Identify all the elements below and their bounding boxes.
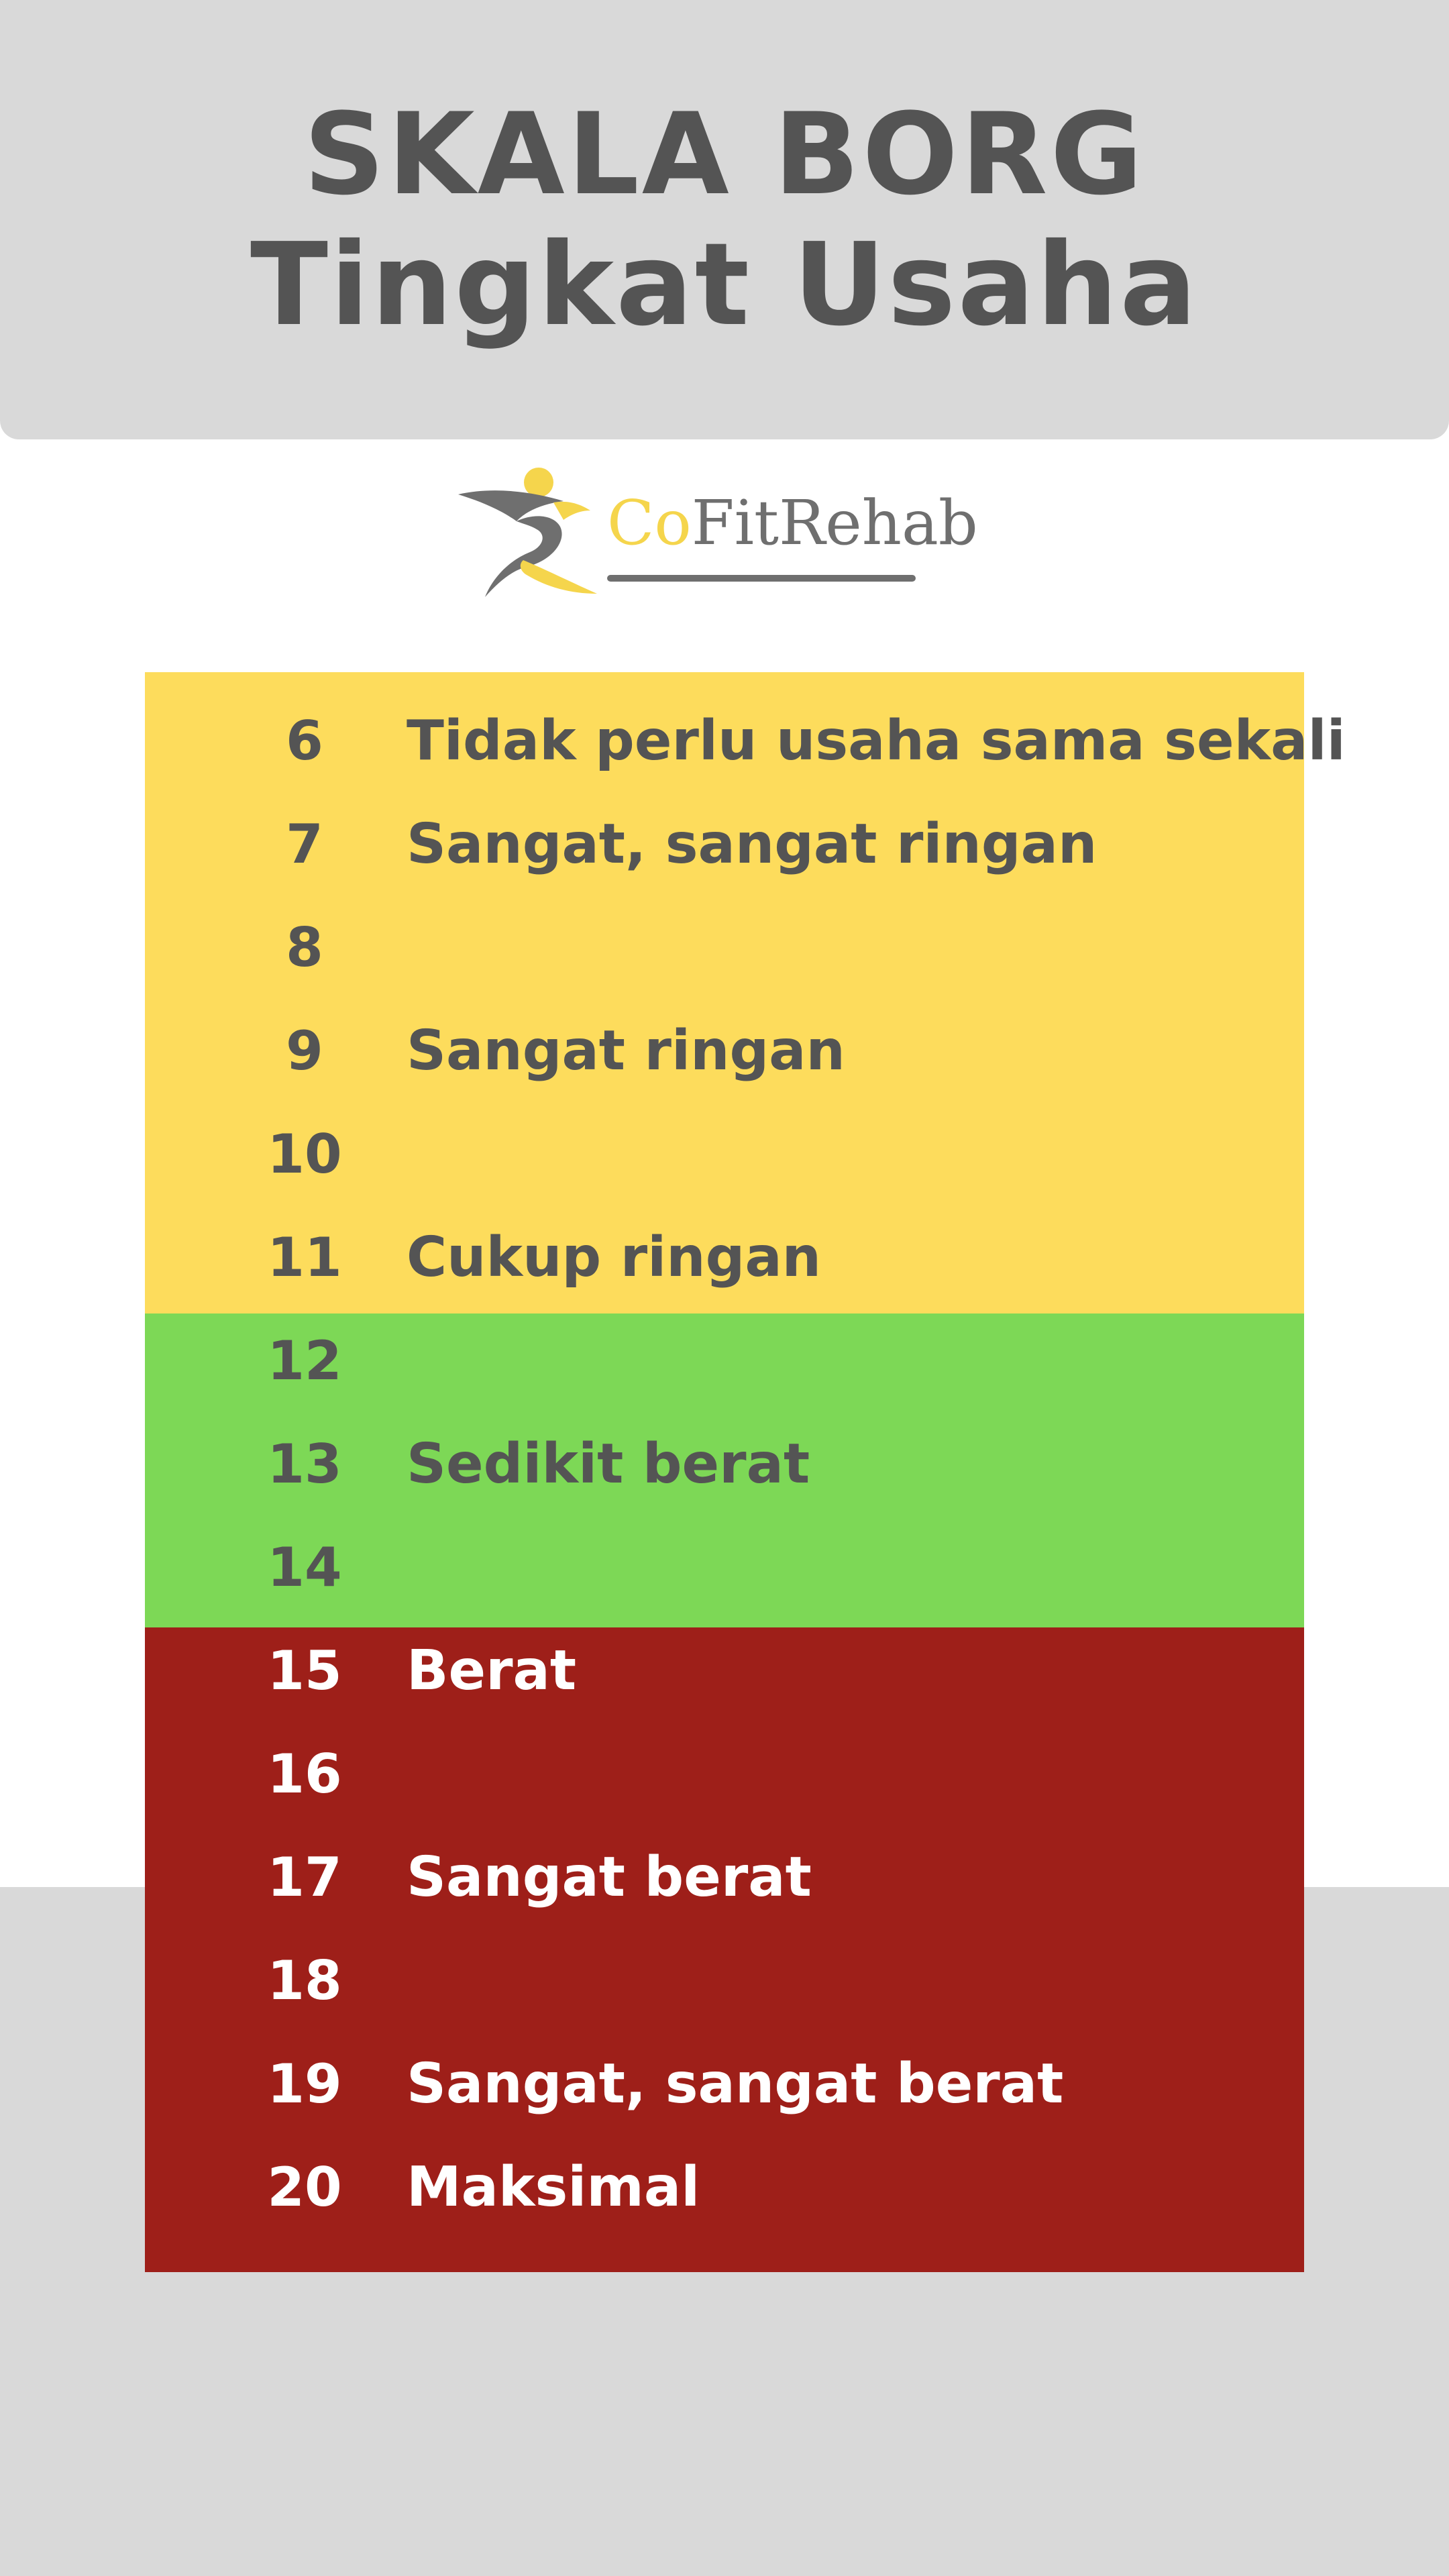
scale-row: 6 Tidak perlu usaha sama sekali: [145, 690, 1346, 793]
scale-label: Maksimal: [407, 2155, 700, 2219]
logo-underline: [607, 575, 916, 582]
scale-label: Sedikit berat: [407, 1432, 810, 1496]
running-figure-icon: [458, 468, 597, 597]
scale-label: Cukup ringan: [407, 1226, 822, 1289]
scale-label: Tidak perlu usaha sama sekali: [407, 709, 1346, 773]
scale-row: 19 Sangat, sangat berat: [145, 2033, 1304, 2136]
scale-row: 9 Sangat ringan: [145, 1000, 1304, 1103]
scale-label: Sangat ringan: [407, 1019, 845, 1083]
scale-value: 14: [267, 1536, 342, 1599]
scale-value: 9: [286, 1020, 323, 1082]
scale-label: Berat: [407, 1639, 577, 1703]
scale-value: 12: [267, 1330, 342, 1392]
scale-value: 18: [267, 1949, 342, 2012]
scale-row: 7 Sangat, sangat ringan: [145, 793, 1304, 896]
logo-wordmark: CoFitRehab: [607, 486, 978, 560]
scale-value: 19: [267, 2053, 342, 2115]
scale-row: 14: [145, 1516, 1304, 1619]
scale-value: 10: [267, 1123, 342, 1185]
scale-row: 10: [145, 1103, 1304, 1206]
scale-row: 8: [145, 896, 1304, 1000]
cofitrehab-logo: CoFitRehab: [453, 460, 978, 614]
scale-value: 6: [286, 710, 323, 772]
scale-row: 13 Sedikit berat: [145, 1413, 1304, 1516]
scale-row: 20 Maksimal: [145, 2136, 1304, 2239]
logo-wordmark-rest: FitRehab: [691, 487, 978, 559]
page-subtitle: Tingkat Usaha: [250, 219, 1199, 352]
scale-value: 8: [286, 916, 323, 979]
scale-value: 16: [267, 1743, 342, 1805]
scale-row: 17 Sangat berat: [145, 1826, 1304, 1929]
scale-value: 20: [267, 2156, 342, 2218]
scale-row: 15 Berat: [145, 1619, 1304, 1723]
scale-value: 17: [267, 1846, 342, 1909]
scale-label: Sangat, sangat ringan: [407, 812, 1097, 876]
scale-row: 11 Cukup ringan: [145, 1206, 1304, 1309]
borg-scale-table: 6 Tidak perlu usaha sama sekali 7 Sangat, s…: [145, 672, 1346, 2272]
scale-value: 15: [267, 1640, 342, 1702]
scale-label: Sangat, sangat berat: [407, 2052, 1064, 2116]
header-card: SKALA BORG Tingkat Usaha: [0, 0, 1449, 439]
scale-value: 11: [267, 1226, 342, 1289]
scale-label: Sangat berat: [407, 1845, 812, 1909]
scale-row: 16: [145, 1723, 1304, 1826]
scale-value: 7: [286, 813, 323, 875]
logo-wordmark-accent: Co: [607, 487, 692, 559]
scale-value: 13: [267, 1433, 342, 1495]
scale-row: 18: [145, 1929, 1304, 2033]
scale-row: 12: [145, 1309, 1304, 1413]
page-title: SKALA BORG: [303, 89, 1146, 220]
